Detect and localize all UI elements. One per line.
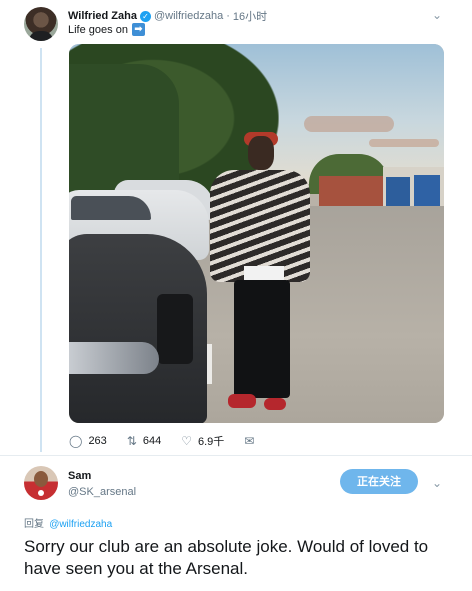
right-arrow-emoji-icon: ➡ bbox=[131, 23, 145, 36]
reply-author-handle[interactable]: @SK_arsenal bbox=[68, 486, 136, 498]
reply-author-name[interactable]: Sam bbox=[68, 470, 91, 482]
mail-icon[interactable]: ✉ bbox=[244, 434, 254, 448]
separator-dot: · bbox=[226, 10, 230, 22]
replying-to-mention-link[interactable]: @wilfriedzaha bbox=[49, 519, 112, 530]
like-count: 6.9千 bbox=[197, 436, 225, 448]
retweet-count: 644 bbox=[142, 435, 162, 447]
timestamp[interactable]: 16小时 bbox=[233, 8, 267, 24]
comment-icon: ◯ bbox=[69, 434, 83, 448]
avatar[interactable] bbox=[24, 7, 58, 41]
tweet-text-content: Life goes on bbox=[68, 23, 128, 36]
tweet-actions: ◯ 263 ⇅ 644 ♡ 6.9千 ✉ bbox=[69, 433, 254, 449]
tweet-text: Life goes on ➡ bbox=[68, 23, 145, 36]
tweet-header: Wilfried Zaha ✓ @wilfriedzaha · 16小时 bbox=[68, 8, 267, 24]
author-handle[interactable]: @wilfriedzaha bbox=[154, 10, 223, 22]
verified-badge-icon: ✓ bbox=[139, 10, 151, 22]
retweet-button[interactable]: ⇅ 644 bbox=[127, 434, 161, 448]
reply-avatar[interactable] bbox=[24, 466, 58, 500]
retweet-icon: ⇅ bbox=[126, 434, 137, 448]
tweet: Wilfried Zaha ✓ @wilfriedzaha · 16小时 ⌄ L… bbox=[0, 0, 472, 455]
reply-button[interactable]: ◯ 263 bbox=[69, 434, 107, 448]
heart-icon: ♡ bbox=[181, 434, 192, 448]
reply-menu-chevron-down-icon[interactable]: ⌄ bbox=[432, 476, 442, 490]
following-button[interactable]: 正在关注 bbox=[340, 469, 418, 494]
divider bbox=[0, 455, 472, 456]
tweet-photo[interactable] bbox=[69, 44, 444, 423]
replying-to: 回复 @wilfriedzaha bbox=[24, 515, 112, 530]
reply-text: Sorry our club are an absolute joke. Wou… bbox=[24, 537, 429, 578]
like-button[interactable]: ♡ 6.9千 bbox=[181, 433, 224, 449]
tweet-menu-chevron-down-icon[interactable]: ⌄ bbox=[432, 8, 442, 22]
author-name[interactable]: Wilfried Zaha bbox=[68, 10, 137, 22]
reply-count: 263 bbox=[88, 435, 107, 447]
replying-to-label: 回复 bbox=[24, 519, 44, 530]
